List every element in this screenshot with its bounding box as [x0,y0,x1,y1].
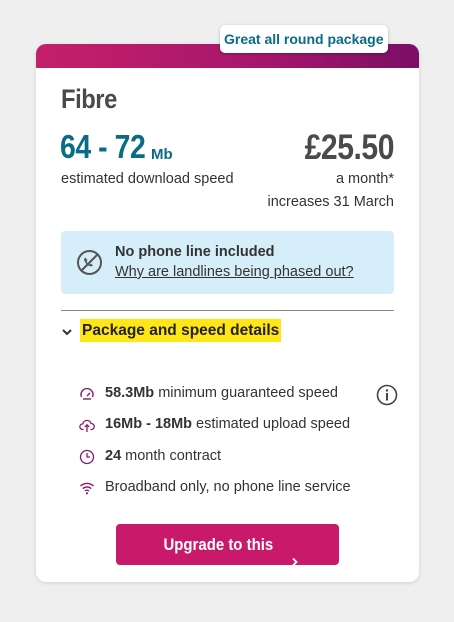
wifi-icon [79,480,95,496]
speedometer-icon [79,386,95,402]
upload-cloud-icon [79,417,95,433]
package-badge: Great all round package [220,25,388,53]
feature-upload-speed-text: 16Mb - 18Mb estimated upload speed [105,416,351,432]
no-phone-icon [76,249,103,276]
feature-broadband-only-text: Broadband only, no phone line service [105,479,351,495]
feature-contract-text: 24 month contract [105,448,222,464]
chevron-down-icon [61,325,73,337]
landline-phaseout-link[interactable]: Why are landlines being phased out? [115,264,354,280]
section-divider [61,310,394,311]
package-details-label: Package and speed details [80,319,282,342]
price: £25.50 [304,128,395,167]
feature-min-speed-text: 58.3Mb minimum guaranteed speed [105,385,338,401]
price-period: a month* [335,171,394,187]
info-icon[interactable] [376,384,398,406]
no-phone-line-notice: No phone line included Why are landlines… [61,231,394,294]
chevron-right-icon [291,541,299,566]
download-speed-unit: Mb [151,146,173,163]
package-card [36,44,419,582]
download-speed: 64 - 72 Mb [60,128,173,166]
upgrade-button[interactable]: Upgrade to this [116,524,339,566]
download-speed-value: 64 - 72 [60,128,146,165]
price-increase-note: increases 31 March [267,194,394,210]
notice-title: No phone line included [115,244,275,260]
clock-icon [79,449,95,465]
download-speed-caption: estimated download speed [61,171,234,187]
upgrade-button-label: Upgrade to this [163,535,273,554]
plan-name: Fibre [61,84,117,114]
